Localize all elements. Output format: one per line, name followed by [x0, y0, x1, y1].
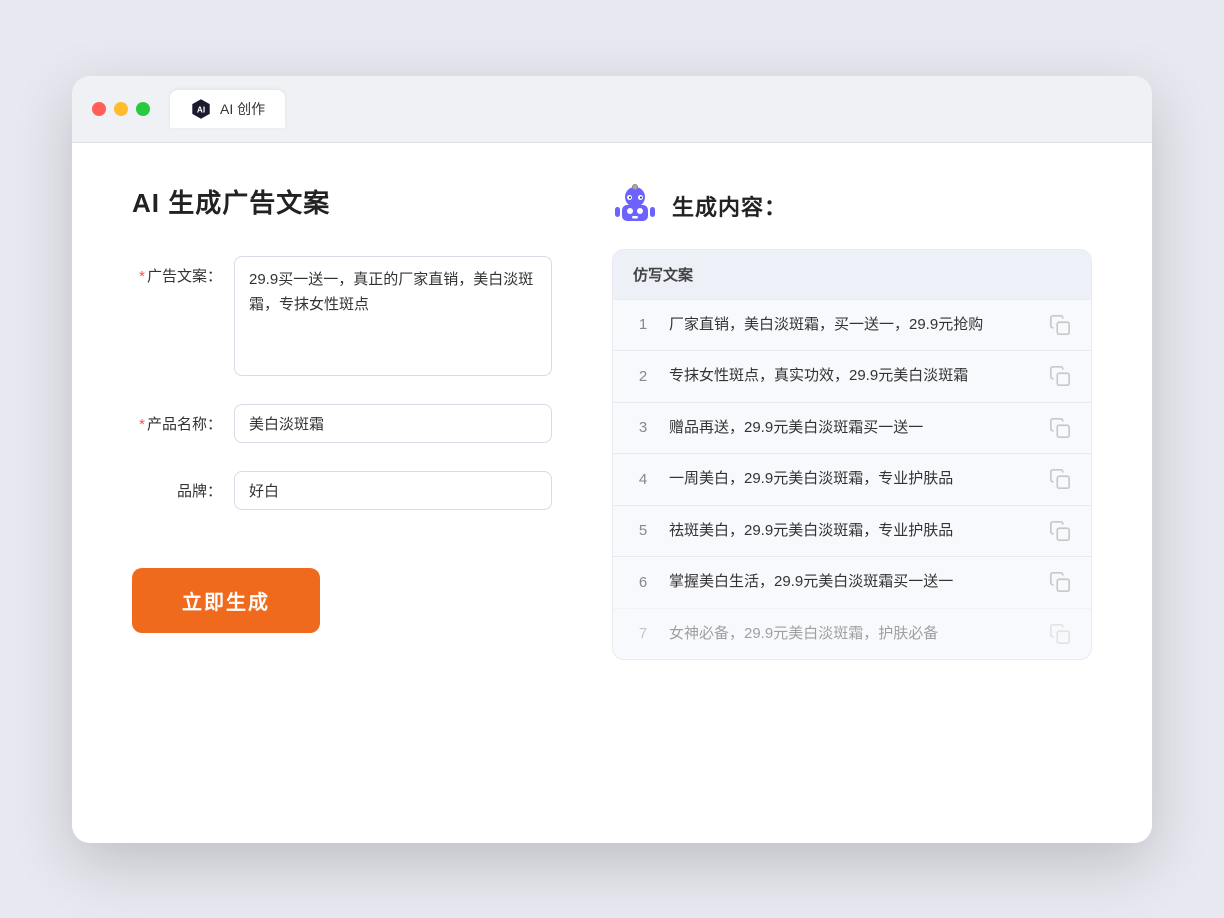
- traffic-lights: [92, 102, 150, 116]
- copy-icon-5[interactable]: [1049, 520, 1071, 542]
- brand-label: 品牌：: [132, 471, 222, 502]
- left-panel: AI 生成广告文案 *广告文案： 29.9买一送一，真正的厂家直销，美白淡斑霜，…: [132, 183, 552, 803]
- table-row: 5 祛斑美白，29.9元美白淡斑霜，专业护肤品: [613, 505, 1091, 557]
- row-num-4: 4: [633, 471, 653, 488]
- row-text-5: 祛斑美白，29.9元美白淡斑霜，专业护肤品: [669, 520, 1033, 543]
- copy-icon-7[interactable]: [1049, 623, 1071, 645]
- row-text-3: 赠品再送，29.9元美白淡斑霜买一送一: [669, 417, 1033, 440]
- traffic-light-yellow[interactable]: [114, 102, 128, 116]
- row-num-6: 6: [633, 574, 653, 591]
- table-row: 6 掌握美白生活，29.9元美白淡斑霜买一送一: [613, 556, 1091, 608]
- result-header: 生成内容：: [612, 183, 1092, 229]
- browser-content: AI 生成广告文案 *广告文案： 29.9买一送一，真正的厂家直销，美白淡斑霜，…: [72, 143, 1152, 843]
- table-row-last: 7 女神必备，29.9元美白淡斑霜，护肤必备: [613, 608, 1091, 660]
- row-text-7: 女神必备，29.9元美白淡斑霜，护肤必备: [669, 623, 1033, 646]
- row-num-1: 1: [633, 316, 653, 333]
- robot-icon: [612, 183, 658, 229]
- right-panel: 生成内容： 仿写文案 1 厂家直销，美白淡斑霜，买一送一，29.9元抢购 2 专…: [612, 183, 1092, 803]
- ai-tab-icon: AI: [190, 98, 212, 120]
- ad-copy-group: *广告文案： 29.9买一送一，真正的厂家直销，美白淡斑霜，专抹女性斑点: [132, 256, 552, 376]
- tab-title-label: AI 创作: [220, 99, 265, 119]
- row-text-4: 一周美白，29.9元美白淡斑霜，专业护肤品: [669, 468, 1033, 491]
- row-text-6: 掌握美白生活，29.9元美白淡斑霜买一送一: [669, 571, 1033, 594]
- brand-input[interactable]: [234, 471, 552, 510]
- row-num-5: 5: [633, 522, 653, 539]
- copy-icon-2[interactable]: [1049, 365, 1071, 387]
- browser-tab[interactable]: AI AI 创作: [170, 90, 285, 128]
- traffic-light-red[interactable]: [92, 102, 106, 116]
- product-name-input[interactable]: [234, 404, 552, 443]
- row-num-3: 3: [633, 419, 653, 436]
- brand-group: 品牌：: [132, 471, 552, 510]
- page-title: AI 生成广告文案: [132, 183, 552, 220]
- copy-icon-3[interactable]: [1049, 417, 1071, 439]
- table-row: 4 一周美白，29.9元美白淡斑霜，专业护肤品: [613, 453, 1091, 505]
- table-row: 3 赠品再送，29.9元美白淡斑霜买一送一: [613, 402, 1091, 454]
- traffic-light-green[interactable]: [136, 102, 150, 116]
- copy-icon-4[interactable]: [1049, 468, 1071, 490]
- table-row: 2 专抹女性斑点，真实功效，29.9元美白淡斑霜: [613, 350, 1091, 402]
- row-text-1: 厂家直销，美白淡斑霜，买一送一，29.9元抢购: [669, 314, 1033, 337]
- ad-copy-label: *广告文案：: [132, 256, 222, 287]
- row-num-7: 7: [633, 625, 653, 642]
- required-star-product: *: [139, 416, 145, 433]
- product-name-group: *产品名称：: [132, 404, 552, 443]
- product-name-label: *产品名称：: [132, 404, 222, 435]
- row-num-2: 2: [633, 368, 653, 385]
- row-text-2: 专抹女性斑点，真实功效，29.9元美白淡斑霜: [669, 365, 1033, 388]
- table-header: 仿写文案: [613, 250, 1091, 299]
- result-table: 仿写文案 1 厂家直销，美白淡斑霜，买一送一，29.9元抢购 2 专抹女性斑点，…: [612, 249, 1092, 661]
- copy-icon-1[interactable]: [1049, 314, 1071, 336]
- copy-icon-6[interactable]: [1049, 571, 1071, 593]
- submit-button[interactable]: 立即生成: [132, 568, 320, 633]
- browser-titlebar: AI AI 创作: [72, 76, 1152, 143]
- required-star-ad: *: [139, 268, 145, 285]
- svg-text:AI: AI: [197, 105, 205, 114]
- table-row: 1 厂家直销，美白淡斑霜，买一送一，29.9元抢购: [613, 299, 1091, 351]
- browser-window: AI AI 创作 AI 生成广告文案 *广告文案： 29.9买一送一，真正的厂家…: [72, 76, 1152, 843]
- ad-copy-input[interactable]: 29.9买一送一，真正的厂家直销，美白淡斑霜，专抹女性斑点: [234, 256, 552, 376]
- result-title: 生成内容：: [672, 190, 787, 222]
